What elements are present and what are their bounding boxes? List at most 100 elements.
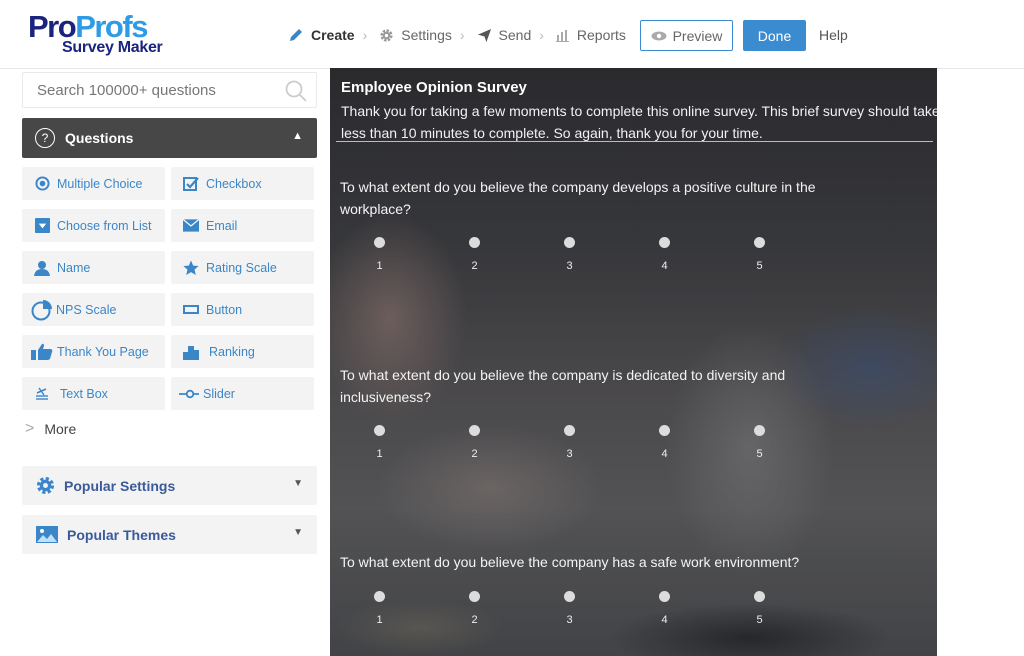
more-label: More <box>44 421 77 437</box>
scale-option[interactable]: 5 <box>754 425 849 460</box>
dropdown-icon <box>34 218 50 233</box>
question-type-label: Text Box <box>60 386 108 401</box>
radio-dot[interactable] <box>564 425 575 436</box>
scale-option[interactable]: 2 <box>469 591 564 626</box>
scale-option[interactable]: 3 <box>564 591 659 626</box>
scale-option[interactable]: 3 <box>564 237 659 272</box>
question-type-button[interactable]: Button <box>171 293 314 326</box>
radio-dot[interactable] <box>659 237 670 248</box>
scale-option[interactable]: 1 <box>374 591 469 626</box>
nav-create[interactable]: Create <box>288 20 355 50</box>
option-label: 4 <box>661 260 668 272</box>
help-link[interactable]: Help <box>819 27 848 43</box>
proprofs-logo[interactable]: ProProfs Survey Maker <box>28 11 178 61</box>
scale-option[interactable]: 3 <box>564 425 659 460</box>
nav-send-label: Send <box>498 27 532 43</box>
chevron-right-icon: › <box>362 27 368 43</box>
radio-dot[interactable] <box>754 237 765 248</box>
scale-option[interactable]: 1 <box>374 237 469 272</box>
eye-icon <box>651 31 667 40</box>
option-label: 5 <box>756 260 763 272</box>
question-type-slider[interactable]: Slider <box>171 377 314 410</box>
chevron-down-icon: ▼ <box>293 527 303 538</box>
text-box-icon <box>36 387 48 400</box>
pie-chart-icon <box>31 299 52 320</box>
chevron-up-icon: ▲ <box>292 130 303 142</box>
question-type-email[interactable]: Email <box>171 209 314 242</box>
slider-icon <box>179 389 199 398</box>
paper-plane-icon <box>477 28 491 42</box>
nav-create-label: Create <box>311 27 355 43</box>
star-icon <box>183 260 199 275</box>
scale-option[interactable]: 1 <box>374 425 469 460</box>
radio-dot[interactable] <box>374 591 385 602</box>
scale-option[interactable]: 4 <box>659 237 754 272</box>
question-type-label: Thank You Page <box>57 344 149 359</box>
question-type-name[interactable]: Name <box>22 251 165 284</box>
radio-dot[interactable] <box>564 237 575 248</box>
popular-settings-panel[interactable]: Popular Settings ▼ <box>22 466 317 505</box>
question-type-grid: Multiple Choice Checkbox Choose from Lis… <box>22 167 317 410</box>
radio-icon <box>34 176 50 191</box>
question-type-label: Email <box>206 218 238 233</box>
radio-dot[interactable] <box>374 237 385 248</box>
gear-icon <box>380 28 393 42</box>
radio-dot[interactable] <box>374 425 385 436</box>
sidebar: ? Questions ▲ Multiple Choice Checkbox C… <box>22 72 317 554</box>
radio-dot[interactable] <box>469 237 480 248</box>
search-input[interactable] <box>23 73 283 107</box>
scale-option[interactable]: 2 <box>469 425 564 460</box>
radio-dot[interactable] <box>754 425 765 436</box>
question-type-label: Multiple Choice <box>57 176 143 191</box>
radio-dot[interactable] <box>469 591 480 602</box>
chevron-right-icon: › <box>539 27 544 43</box>
radio-dot[interactable] <box>564 591 575 602</box>
chevron-right-icon: > <box>25 420 35 437</box>
option-label: 2 <box>471 260 478 272</box>
question-3-scale: 1 2 3 4 5 <box>374 591 849 626</box>
question-type-checkbox[interactable]: Checkbox <box>171 167 314 200</box>
preview-label: Preview <box>672 27 723 44</box>
more-question-types[interactable]: > More <box>22 420 317 438</box>
questions-panel-header[interactable]: ? Questions ▲ <box>22 118 317 158</box>
scale-option[interactable]: 4 <box>659 591 754 626</box>
question-type-label: Choose from List <box>57 218 152 233</box>
question-type-ranking[interactable]: Ranking <box>171 335 314 368</box>
checkbox-icon <box>183 176 199 191</box>
question-1-text[interactable]: To what extent do you believe the compan… <box>340 176 860 220</box>
scale-option[interactable]: 5 <box>754 237 849 272</box>
radio-dot[interactable] <box>659 591 670 602</box>
popular-settings-label: Popular Settings <box>64 477 176 494</box>
divider <box>336 141 933 142</box>
question-type-choose-from-list[interactable]: Choose from List <box>22 209 165 242</box>
question-type-rating-scale[interactable]: Rating Scale <box>171 251 314 284</box>
radio-dot[interactable] <box>754 591 765 602</box>
question-mark-icon: ? <box>35 128 55 148</box>
popular-themes-panel[interactable]: Popular Themes ▼ <box>22 515 317 554</box>
popular-themes-label: Popular Themes <box>67 526 176 543</box>
question-3-text[interactable]: To what extent do you believe the compan… <box>340 551 860 573</box>
ranking-icon <box>183 345 199 360</box>
scale-option[interactable]: 5 <box>754 591 849 626</box>
question-search <box>22 72 317 108</box>
radio-dot[interactable] <box>469 425 480 436</box>
question-2-text[interactable]: To what extent do you believe the compan… <box>340 364 860 408</box>
question-type-nps-scale[interactable]: NPS Scale <box>22 293 165 326</box>
question-type-thank-you-page[interactable]: Thank You Page <box>22 335 165 368</box>
question-type-label: NPS Scale <box>56 302 117 317</box>
preview-button[interactable]: Preview <box>640 20 733 51</box>
question-type-text-box[interactable]: Text Box <box>22 377 165 410</box>
search-icon[interactable] <box>284 79 308 103</box>
nav-reports[interactable]: Reports <box>555 20 626 50</box>
scale-option[interactable]: 2 <box>469 237 564 272</box>
nav-settings[interactable]: Settings <box>379 20 452 50</box>
top-bar: ProProfs Survey Maker Create › Settings … <box>0 0 1024 69</box>
nav-send[interactable]: Send <box>477 20 532 50</box>
radio-dot[interactable] <box>659 425 670 436</box>
done-button[interactable]: Done <box>743 20 806 51</box>
survey-description[interactable]: Thank you for taking a few moments to co… <box>341 100 937 144</box>
scale-option[interactable]: 4 <box>659 425 754 460</box>
question-type-multiple-choice[interactable]: Multiple Choice <box>22 167 165 200</box>
question-type-label: Name <box>57 260 91 275</box>
survey-title[interactable]: Employee Opinion Survey <box>341 79 527 96</box>
